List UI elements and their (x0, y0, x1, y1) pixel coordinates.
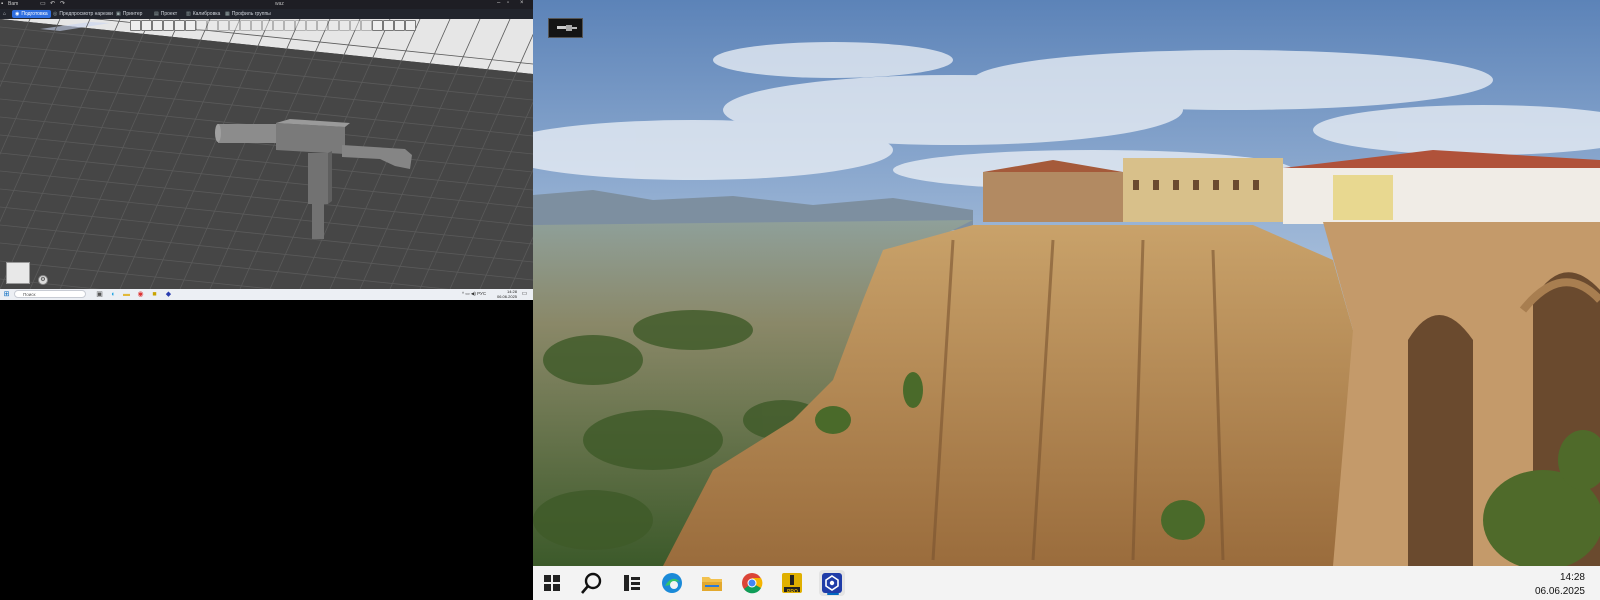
minimize-icon[interactable]: – (497, 0, 500, 6)
language-indicator: РУС (477, 291, 487, 296)
tab-label: Предпросмотр нарезки (59, 11, 113, 17)
task-view-icon[interactable]: ▣ (96, 291, 103, 298)
toolbar-tool-icon[interactable] (317, 20, 328, 31)
windows-start-icon[interactable] (539, 570, 565, 596)
toolbar-tool-icon[interactable] (196, 20, 207, 31)
toolbar-tool-icon[interactable] (295, 20, 306, 31)
toolbar-tool-icon[interactable] (141, 20, 152, 31)
app-title-bar: ▪ Bam ▭ ↶ ↷ waz – ▫ × (0, 0, 533, 9)
save-icon[interactable]: ▭ (40, 1, 46, 7)
app-pro-icon[interactable]: PRO (779, 570, 805, 596)
tab-label: Подготовка (21, 11, 48, 17)
edge-icon[interactable]: ◐ (110, 291, 117, 298)
toolbar-tool-icon[interactable] (372, 20, 383, 31)
tab-calibration[interactable]: ▥ Калибровка (183, 10, 223, 18)
toolbar-tool-icon[interactable] (152, 20, 163, 31)
toolbar-tool-icon[interactable] (185, 20, 196, 31)
tab-prepare[interactable]: ◉ Подготовка (12, 10, 51, 18)
toolbar-tool-icon[interactable] (229, 20, 240, 31)
toolbar-tool-icon[interactable] (361, 20, 372, 31)
toolbar-tool-icon[interactable] (350, 20, 361, 31)
maximize-icon[interactable]: ▫ (507, 0, 509, 6)
tab-label: Профиль группы (231, 11, 271, 17)
desktop-shortcut-icon[interactable] (548, 18, 583, 38)
file-explorer-icon[interactable]: ▬ (123, 291, 130, 298)
slicer-app-icon[interactable] (819, 570, 845, 596)
app-name: Bam (8, 1, 19, 7)
notification-icon[interactable]: ▭ (521, 291, 528, 298)
toolbar-tool-icon[interactable] (130, 20, 141, 31)
toolbar-tool-icon[interactable] (251, 20, 262, 31)
toolbar-tool-icon[interactable] (207, 20, 218, 31)
app-tab-bar: ⌂ ◉ Подготовка ◎ Предпросмотр нарезки ▣ При… (0, 9, 533, 26)
tab-printer[interactable]: ▣ Принтер (113, 10, 145, 18)
tab-slice-preview[interactable]: ◎ Предпросмотр нарезки (50, 10, 116, 18)
tab-label: Принтер (122, 11, 143, 17)
3d-viewport[interactable]: ⚙ (0, 19, 533, 289)
clock[interactable]: 14:28 06.06.2025 (1535, 571, 1585, 599)
toolbar-tool-icon[interactable] (240, 20, 251, 31)
right-taskbar: PRO 14:28 06.06.2025 (533, 566, 1600, 600)
tab-label: Проект (160, 11, 178, 17)
toolbar-tool-icon[interactable] (218, 20, 229, 31)
left-taskbar: ⊞ Поиск ▣ ◐ ▬ ◉ ■ ◆ ^ ▭ ◀) РУС 14:28 06.… (0, 289, 533, 300)
search-placeholder: Поиск (23, 292, 36, 297)
file-name: waz (275, 1, 284, 7)
system-tray[interactable]: ^ ▭ ◀) РУС (462, 291, 486, 297)
redo-icon[interactable]: ↷ (60, 1, 66, 7)
undo-icon[interactable]: ↶ (50, 1, 56, 7)
app-pro-icon[interactable]: ■ (151, 291, 158, 298)
view-cube[interactable] (6, 262, 30, 284)
app-logo-icon: ▪ (1, 1, 4, 7)
close-icon[interactable]: × (520, 0, 524, 6)
pro-badge: PRO (787, 589, 798, 595)
desktop-wallpaper (533, 0, 1600, 566)
toolbar-tool-icon[interactable] (394, 20, 405, 31)
edge-icon[interactable] (659, 570, 685, 596)
toolbar-tool-icon[interactable] (405, 20, 416, 31)
toolbar-tool-icon[interactable] (328, 20, 339, 31)
file-explorer-icon[interactable] (699, 570, 725, 596)
right-monitor: PRO 14:28 06.06.2025 (533, 0, 1600, 600)
gear-icon[interactable]: ⚙ (38, 275, 48, 285)
toolbar-tool-icon[interactable] (262, 20, 273, 31)
build-plate-grid (0, 19, 533, 289)
clock-date: 06.06.2025 (1534, 586, 1585, 597)
tab-group-profile[interactable]: ▦ Профиль группы (222, 10, 274, 18)
task-view-icon[interactable] (619, 570, 645, 596)
active-app-indicator (827, 593, 839, 595)
chrome-icon[interactable] (739, 570, 765, 596)
model-thumbnail-icon (557, 25, 577, 31)
clock[interactable]: 14:28 06.06.2025 (497, 289, 517, 299)
left-monitor: ▪ Bam ▭ ↶ ↷ waz – ▫ × ⌂ ◉ Подготовка ◎ Пре… (0, 0, 533, 300)
toolbar-tool-icon[interactable] (284, 20, 295, 31)
search-input[interactable]: Поиск (14, 290, 86, 298)
clock-date: 06.06.2025 (497, 294, 518, 299)
3d-toolbar (130, 20, 416, 31)
toolbar-tool-icon[interactable] (306, 20, 317, 31)
tab-label: Калибровка (192, 11, 221, 17)
clock-time: 14:28 (1559, 572, 1585, 583)
toolbar-tool-icon[interactable] (339, 20, 350, 31)
toolbar-tool-icon[interactable] (273, 20, 284, 31)
toolbar-tool-icon[interactable] (383, 20, 394, 31)
toolbar-tool-icon[interactable] (174, 20, 185, 31)
slicer-app-icon[interactable]: ◆ (165, 291, 172, 298)
windows-start-icon[interactable]: ⊞ (3, 291, 10, 298)
toolbar-tool-icon[interactable] (163, 20, 174, 31)
search-icon[interactable] (579, 570, 605, 596)
home-icon[interactable]: ⌂ (1, 10, 8, 18)
tab-project[interactable]: ▤ Проект (151, 10, 180, 18)
chrome-icon[interactable]: ◉ (137, 291, 144, 298)
